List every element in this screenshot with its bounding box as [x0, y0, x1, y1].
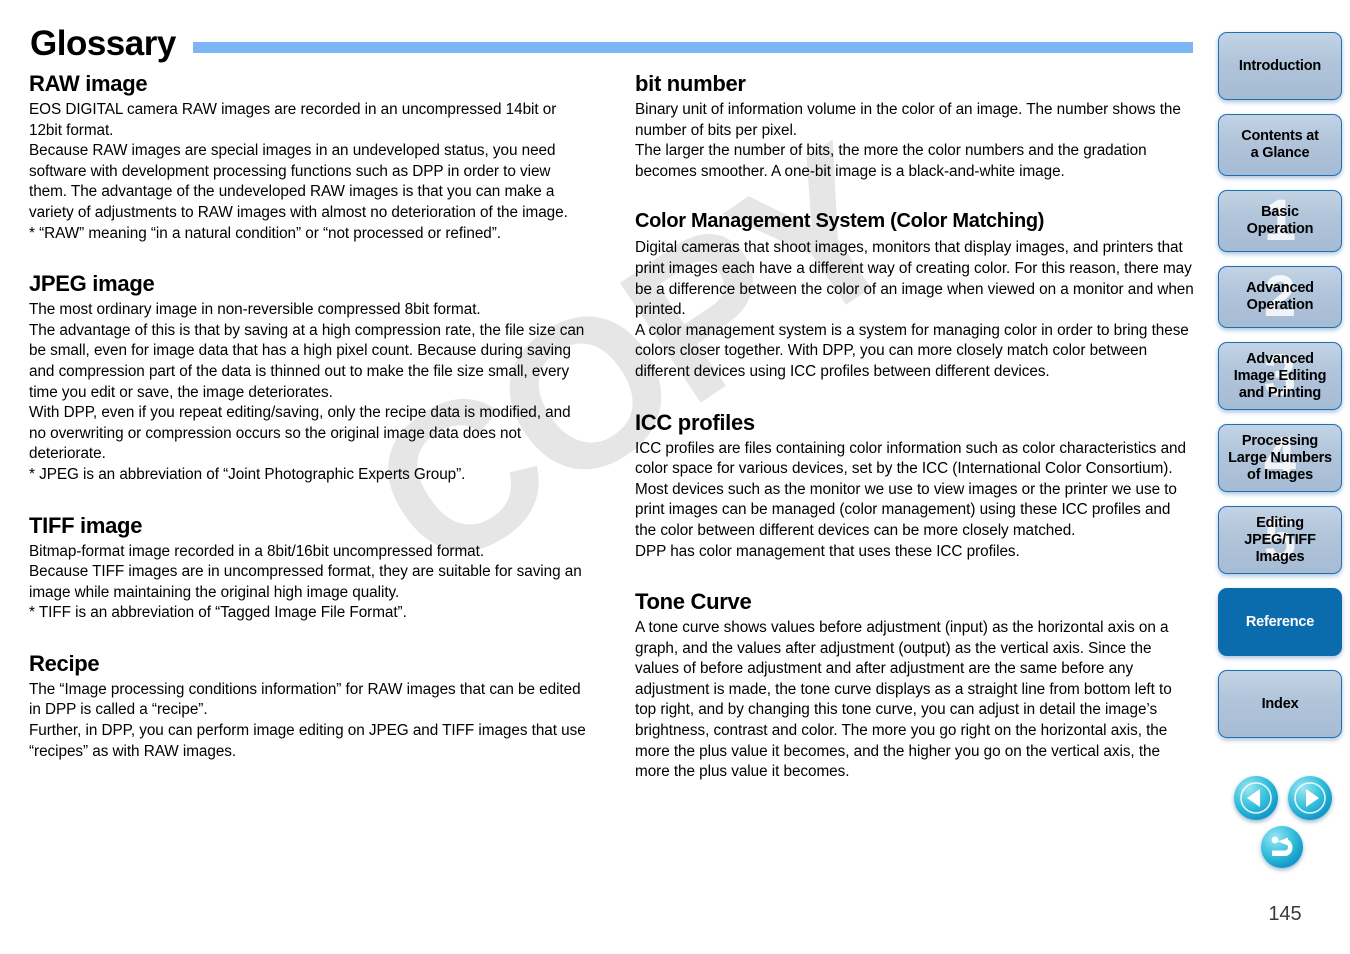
sidebar-item-reference[interactable]: Reference [1218, 588, 1342, 656]
sidebar-navigation: Introduction Contents at a Glance 1 Basic O… [1218, 32, 1344, 752]
section-paragraph: * TIFF is an abbreviation of “Tagged Ima… [29, 604, 407, 622]
glossary-section: Recipe The “Image processing conditions i… [29, 650, 591, 762]
glossary-section: RAW image EOS DIGITAL camera RAW images a… [29, 70, 591, 244]
section-paragraph: A color management system is a system fo… [635, 321, 1189, 380]
left-column: RAW image EOS DIGITAL camera RAW images a… [29, 70, 591, 762]
section-heading: RAW image [29, 71, 148, 96]
sidebar-item-label: Index [1261, 695, 1299, 712]
sidebar-item-index[interactable]: Index [1218, 670, 1342, 738]
sidebar-item-label: Processing Large Numbers of Images [1228, 432, 1332, 483]
sidebar-item-label: Basic Operation [1246, 204, 1314, 237]
section-paragraph: Further, in DPP, you can perform image e… [29, 722, 586, 760]
sidebar-item-label: Introduction [1238, 57, 1322, 74]
sidebar-item-contents-at-a-glance[interactable]: Contents at a Glance [1218, 114, 1342, 176]
section-paragraph: The “Image processing conditions informa… [29, 680, 581, 719]
section-paragraph: * JPEG is an abbreviation of “Joint Phot… [29, 465, 466, 483]
section-paragraph: Binary unit of information volume in the… [635, 101, 1181, 139]
sidebar-item-introduction[interactable]: Introduction [1218, 32, 1342, 100]
section-heading: JPEG image [29, 271, 155, 297]
section-paragraph: Because RAW images are special images in… [29, 142, 568, 221]
sidebar-item-label: Advanced Image Editing and Printing [1233, 350, 1327, 401]
section-heading: Tone Curve [635, 589, 752, 615]
section-heading: ICC profiles [635, 409, 755, 435]
glossary-section: Color Management System (Color Matching)… [635, 208, 1195, 382]
return-button[interactable] [1261, 826, 1303, 868]
section-paragraph: Because TIFF images are in uncompressed … [29, 563, 582, 601]
section-heading: TIFF image [29, 512, 143, 538]
section-paragraph: Bitmap-format image recorded in a 8bit/1… [29, 542, 485, 560]
section-paragraph: EOS DIGITAL camera RAW images are record… [29, 101, 557, 139]
title-rule [193, 42, 1193, 53]
section-paragraph: The most ordinary image in non-reversibl… [29, 301, 481, 319]
page-navigation-arrows [1234, 776, 1342, 822]
section-paragraph: A tone curve shows values before adjustm… [635, 619, 1172, 781]
glossary-section: ICC profiles ICC profiles are files conta… [635, 409, 1195, 563]
previous-page-button[interactable] [1234, 776, 1278, 820]
sidebar-item-basic-operation[interactable]: 1 Basic Operation [1218, 190, 1342, 252]
section-paragraph: The advantage of this is that by saving … [29, 321, 585, 401]
sidebar-item-label: Contents at a Glance [1241, 128, 1319, 161]
section-heading: Recipe [29, 650, 100, 676]
section-heading: Color Management System (Color Matching) [635, 210, 1045, 233]
page-title: Glossary [30, 24, 176, 63]
section-paragraph: The larger the number of bits, the more … [635, 142, 1147, 180]
glossary-section: bit number Binary unit of information vol… [635, 70, 1195, 182]
glossary-section: JPEG image The most ordinary image in non… [29, 270, 591, 485]
sidebar-item-label: Reference [1245, 613, 1315, 630]
section-paragraph: * “RAW” meaning “in a natural condition”… [29, 224, 501, 242]
sidebar-item-label: Advanced Operation [1246, 280, 1314, 313]
sidebar-item-processing-large-numbers-of-images[interactable]: 4 Processing Large Numbers of Images [1218, 424, 1342, 492]
right-column: bit number Binary unit of information vol… [635, 70, 1195, 783]
sidebar-item-label: Editing JPEG/TIFF Images [1244, 514, 1316, 565]
section-heading: bit number [635, 71, 746, 96]
section-paragraph: With DPP, even if you repeat editing/sav… [29, 404, 571, 463]
sidebar-item-advanced-image-editing-and-printing[interactable]: 3 Advanced Image Editing and Printing [1218, 342, 1342, 410]
glossary-section: TIFF image Bitmap-format image recorded i… [29, 512, 591, 624]
sidebar-item-advanced-operation[interactable]: 2 Advanced Operation [1218, 266, 1342, 328]
section-paragraph: DPP has color management that uses these… [635, 542, 1020, 560]
section-paragraph: ICC profiles are files containing color … [635, 439, 1186, 539]
page-number: 145 [1268, 903, 1302, 925]
next-page-button[interactable] [1288, 776, 1332, 820]
sidebar-item-editing-jpeg-tiff-images[interactable]: 5 Editing JPEG/TIFF Images [1218, 506, 1342, 574]
glossary-section: Tone Curve A tone curve shows values befo… [635, 588, 1195, 783]
section-paragraph: Digital cameras that shoot images, monit… [635, 239, 1194, 319]
page-header: Glossary [30, 22, 1193, 66]
